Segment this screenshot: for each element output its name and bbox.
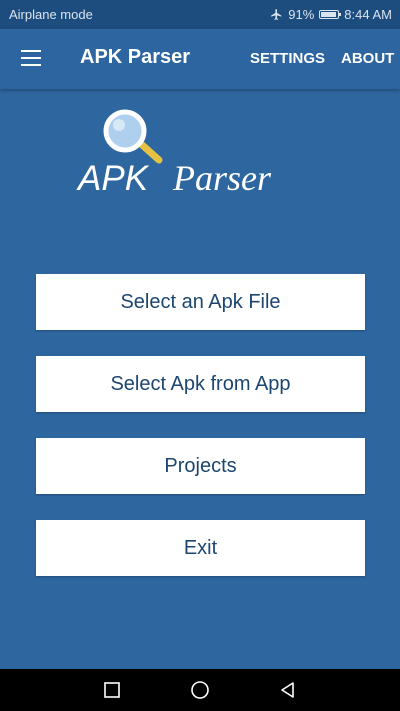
magnifying-glass-icon xyxy=(103,109,163,164)
projects-button[interactable]: Projects xyxy=(36,438,365,494)
status-icons: 91% 8:44 AM xyxy=(270,7,392,22)
logo-text-apk: APK xyxy=(76,159,150,198)
settings-action[interactable]: SETTINGS xyxy=(250,50,325,67)
status-text: Airplane mode xyxy=(9,7,93,22)
select-apk-from-app-button[interactable]: Select Apk from App xyxy=(36,356,365,412)
airplane-icon xyxy=(271,9,282,20)
logo-text-parser: Parser xyxy=(172,158,272,198)
app-logo: APK Parser xyxy=(76,109,272,198)
status-bar: Airplane mode 91% 8:44 AM xyxy=(0,0,400,29)
battery-percent: 91% xyxy=(288,7,315,22)
home-icon[interactable] xyxy=(190,680,210,700)
battery-icon xyxy=(319,10,342,19)
select-apk-file-button[interactable]: Select an Apk File xyxy=(36,274,365,330)
app-bar: APK Parser SETTINGS ABOUT xyxy=(0,29,400,89)
about-action[interactable]: ABOUT xyxy=(341,50,394,67)
navigation-bar xyxy=(0,669,400,711)
back-icon[interactable] xyxy=(278,680,298,700)
hamburger-menu-icon[interactable] xyxy=(21,50,41,66)
recents-icon[interactable] xyxy=(102,680,122,700)
exit-button[interactable]: Exit xyxy=(36,520,365,576)
clock: 8:44 AM xyxy=(344,7,392,22)
app-title: APK Parser xyxy=(80,46,191,68)
